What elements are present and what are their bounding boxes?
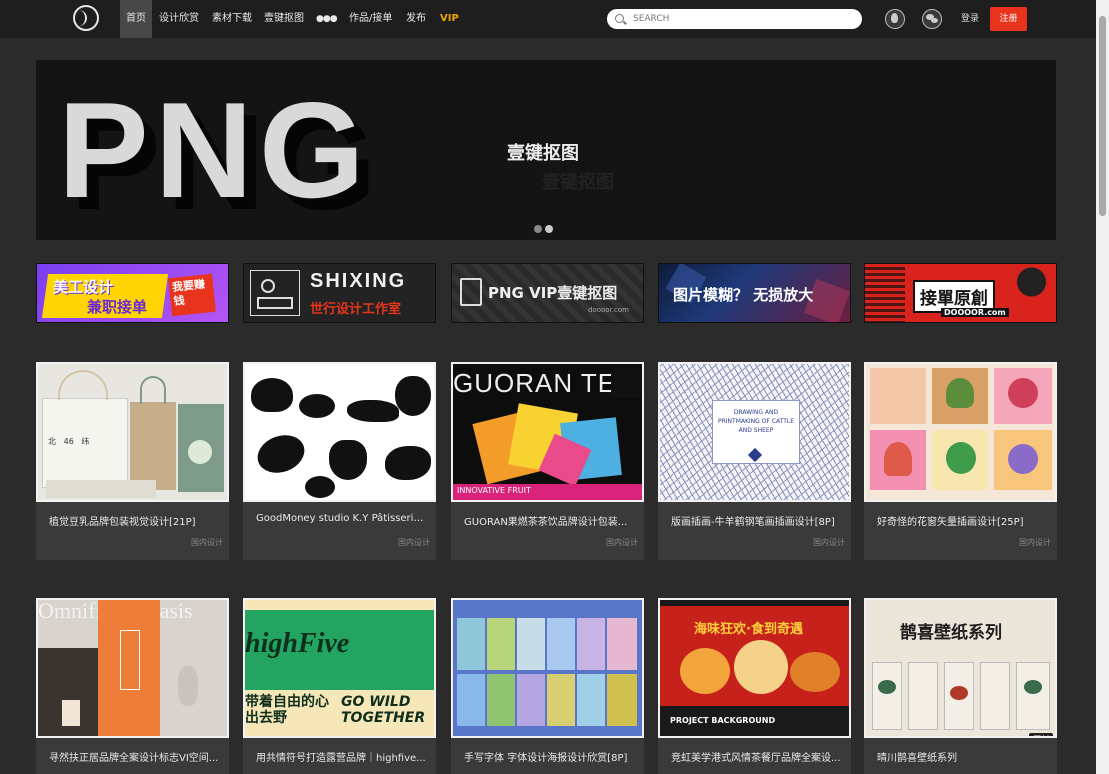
card-title[interactable]: GUORAN果燃茶茶饮品牌设计包装... — [464, 513, 636, 528]
hero-subtitle: 壹键抠图 — [507, 143, 579, 164]
card-thumbnail[interactable]: GUORAN TEA INNOVATIVE FRUIT — [451, 362, 644, 502]
card-category[interactable]: 国内设计 — [191, 537, 223, 548]
login-link[interactable]: 登录 — [961, 0, 979, 38]
card-soy-packaging[interactable]: 北 46 纬 植觉豆乳品牌包装视觉设计[21P] 国内设计 — [36, 362, 229, 560]
card-category[interactable]: 国内设计 — [606, 537, 638, 548]
card-thumbnail[interactable] — [451, 598, 644, 738]
card-thumbnail[interactable]: highFive 带着自由的心 出去野 GO WILD TOGETHER — [243, 598, 436, 738]
carousel-dot-1[interactable] — [534, 225, 542, 233]
nav-design-gallery[interactable]: 设计欣赏 — [159, 0, 199, 38]
nav-materials[interactable]: 素材下载 — [212, 0, 252, 38]
card-title[interactable]: 用共情符号打造露营品牌｜highfive... — [256, 749, 428, 764]
hk-thumb-title: 海味狂欢·食到奇遇 — [694, 622, 803, 637]
nav-vip[interactable]: VIP — [440, 0, 459, 38]
register-button[interactable]: 注册 — [990, 7, 1027, 31]
nav-home[interactable]: 首页 — [120, 0, 152, 38]
ad-3-main: PNG VIP壹键抠图 — [488, 284, 618, 302]
nav-one-click-cutout[interactable]: 壹键抠图 — [264, 0, 304, 38]
hero-subtitle-shadow: 壹键抠图 — [542, 172, 614, 193]
shixing-figure-icon — [250, 270, 300, 316]
card-title[interactable]: 晴川鹊喜壁纸系列 — [877, 749, 1049, 764]
search-input[interactable] — [633, 12, 853, 26]
card-highfive[interactable]: highFive 带着自由的心 出去野 GO WILD TOGETHER 用共情… — [243, 598, 436, 774]
site-logo-icon[interactable] — [73, 5, 99, 31]
ad-banner-png-vip[interactable]: PNG VIP壹键抠图 doooor.com — [451, 263, 644, 323]
nav-publish[interactable]: 发布 — [406, 0, 426, 38]
scrollbar[interactable] — [1096, 0, 1109, 774]
ad-2-sub: 世行设计工作室 — [310, 302, 402, 317]
file-icon — [460, 278, 482, 306]
search-box[interactable] — [607, 9, 862, 29]
ad-1-extra: 我要赚钱 — [168, 273, 216, 317]
card-thumbnail[interactable]: Omnificent Oasis — [36, 598, 229, 738]
card-etching[interactable]: DRAWING AND PRINTMAKING OF CATTLE AND SH… — [658, 362, 851, 560]
card-thumbnail[interactable]: DRAWING AND PRINTMAKING OF CATTLE AND SH… — [658, 362, 851, 502]
wechat-login-icon[interactable] — [922, 9, 942, 29]
card-goodmoney[interactable]: GoodMoney studio K.Y Pâtisserie ... 国内设计 — [243, 362, 436, 560]
ad-1-main: 美工设计 — [53, 278, 114, 296]
card-flower-window[interactable]: 好奇怪的花窗矢量插画设计[25P] 国内设计 — [864, 362, 1057, 560]
ad-banner-image-upscale[interactable]: 图片模糊？ 无损放大 — [658, 263, 851, 323]
ad-3-sub: doooor.com — [588, 306, 629, 314]
gowild-thumb-text: GO WILD TOGETHER — [341, 694, 426, 726]
card-category[interactable]: 国内设计 — [813, 537, 845, 548]
wall-thumb-title: 鹊喜壁纸系列 — [900, 623, 1002, 643]
card-title[interactable]: 版画插画-牛羊鹤钢笔画插画设计[8P] — [671, 513, 843, 528]
carousel-dot-2[interactable] — [545, 225, 553, 233]
card-thumbnail[interactable]: 海味狂欢·食到奇遇 PROJECT BACKGROUND — [658, 598, 851, 738]
outdoor-thumb-text: 带着自由的心 出去野 — [245, 694, 329, 726]
card-thumbnail[interactable]: 鹊喜壁纸系列 原创 — [864, 598, 1057, 738]
qq-login-icon[interactable] — [885, 9, 905, 29]
card-xunran[interactable]: Omnificent Oasis 寻然扶正居品牌全案设计标志VI空间... — [36, 598, 229, 774]
card-thumbnail[interactable] — [243, 362, 436, 502]
hero-banner[interactable]: PNG PNG 壹键抠图 壹键抠图 — [36, 60, 1056, 240]
card-title[interactable]: 寻然扶正居品牌全案设计标志VI空间... — [49, 749, 221, 764]
card-title[interactable]: 好奇怪的花窗矢量插画设计[25P] — [877, 513, 1049, 528]
card-hk-teahouse[interactable]: 海味狂欢·食到奇遇 PROJECT BACKGROUND 竞虹美学港式风情茶餐厅… — [658, 598, 851, 774]
search-icon — [615, 14, 624, 23]
hero-big-text: PNG — [58, 74, 371, 226]
ad-banner-shixing[interactable]: SHIXING 世行设计工作室 — [243, 263, 436, 323]
card-category[interactable]: 国内设计 — [398, 537, 430, 548]
etching-thumb-title: DRAWING AND PRINTMAKING OF CATTLE AND SH… — [717, 409, 794, 434]
ad-1-sub: 兼职接单 — [87, 298, 148, 316]
card-title[interactable]: 植觉豆乳品牌包装视觉设计[21P] — [49, 513, 221, 528]
ad-5-portrait — [1005, 264, 1056, 322]
ad-2-main: SHIXING — [310, 270, 407, 292]
nav-more-icon[interactable]: ●●● — [316, 0, 338, 38]
card-title[interactable]: GoodMoney studio K.Y Pâtisserie ... — [256, 513, 428, 524]
card-title[interactable]: 竞虹美学港式风情茶餐厅品牌全案设... — [671, 749, 843, 764]
guoran-thumb-sub: INNOVATIVE FRUIT — [457, 486, 531, 495]
card-magpie-wallpaper[interactable]: 鹊喜壁纸系列 原创 晴川鹊喜壁纸系列 — [864, 598, 1057, 774]
card-category[interactable]: 国内设计 — [1019, 537, 1051, 548]
card-thumbnail[interactable]: 北 46 纬 — [36, 362, 229, 502]
card-thumbnail[interactable] — [864, 362, 1057, 502]
top-nav: 首页 设计欣赏 素材下载 壹键抠图 ●●● 作品/接单 发布 VIP 登录 注册 — [0, 0, 1096, 38]
original-badge: 原创 — [1029, 733, 1053, 736]
guoran-thumb-text: GUORAN TEA — [453, 368, 635, 398]
ad-banner-original-jobs[interactable]: 接單原創 DOOOOR.com — [864, 263, 1057, 323]
card-guoran[interactable]: GUORAN TEA INNOVATIVE FRUIT GUORAN果燃茶茶饮品… — [451, 362, 644, 560]
ad-banner-designer-jobs[interactable]: 美工设计 兼职接单 我要赚钱 — [36, 263, 229, 323]
scrollbar-thumb[interactable] — [1099, 16, 1106, 216]
card-handwritten-fonts[interactable]: 手写字体 字体设计海报设计欣赏[8P] — [451, 598, 644, 774]
ad-5-sub: DOOOOR.com — [941, 308, 1009, 317]
hk-thumb-sub: PROJECT BACKGROUND — [670, 716, 776, 725]
card-title[interactable]: 手写字体 字体设计海报设计欣赏[8P] — [464, 749, 636, 764]
highfive-thumb-text: highFive — [245, 628, 350, 659]
ad-4-main: 图片模糊？ 无损放大 — [673, 286, 814, 304]
nav-works-jobs[interactable]: 作品/接单 — [349, 0, 392, 38]
